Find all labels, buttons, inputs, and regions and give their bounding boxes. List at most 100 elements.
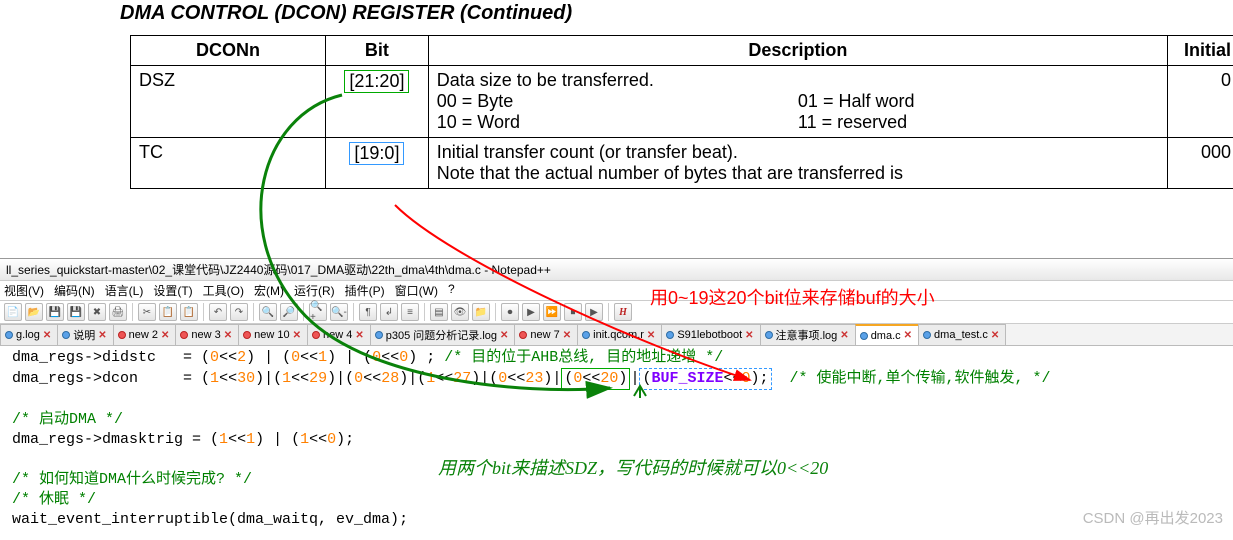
bit-range-tc: [19:0] [349,142,404,165]
tab-label: g.log [16,329,40,341]
toolbar-button[interactable]: ▤ [430,303,448,321]
toolbar-button[interactable]: ▶ [585,303,603,321]
menu-item[interactable]: ? [448,282,455,299]
file-status-icon [243,331,251,339]
table-row-tc: TC [19:0] Initial transfer count (or tra… [131,138,1233,189]
toolbar-separator [608,303,609,321]
row-name: TC [131,138,326,189]
toolbar-button[interactable]: 💾 [67,303,85,321]
toolbar-button[interactable]: 📂 [25,303,43,321]
toolbar-separator [303,303,304,321]
close-icon[interactable]: ✕ [991,330,999,341]
toolbar-button[interactable]: 👁 [451,303,469,321]
toolbar-button[interactable]: 📁 [472,303,490,321]
toolbar-button[interactable]: 🔍- [330,303,348,321]
tab-label: S91lebotboot [677,329,742,341]
close-icon[interactable]: ✕ [647,330,655,341]
toolbar-button[interactable]: ▶ [522,303,540,321]
file-status-icon [666,331,674,339]
toolbar-button[interactable]: 🔍+ [309,303,327,321]
toolbar-button[interactable]: ⏩ [543,303,561,321]
close-icon[interactable]: ✕ [224,330,232,341]
toolbar-button[interactable]: H [614,303,632,321]
doc-title: DMA CONTROL (DCON) REGISTER (Continued) [120,2,1223,25]
toolbar-button[interactable]: 📋 [180,303,198,321]
th-initial: Initial [1168,36,1233,66]
row-initial: 0 [1168,66,1233,138]
toolbar-button[interactable]: ✖ [88,303,106,321]
toolbar-button[interactable]: ↲ [380,303,398,321]
tab[interactable]: p305 问题分析记录.log✕ [370,324,516,345]
menu-item[interactable]: 工具(O) [203,282,244,299]
menu-item[interactable]: 运行(R) [294,282,335,299]
tab[interactable]: 说明✕ [57,324,113,345]
toolbar-button[interactable]: 🔎 [280,303,298,321]
toolbar-separator [495,303,496,321]
tab-label: new 4 [323,329,352,341]
close-icon[interactable]: ✕ [563,330,571,341]
toolbar-button[interactable]: ✂ [138,303,156,321]
tab[interactable]: new 4✕ [307,324,371,345]
toolbar-button[interactable]: ¶ [359,303,377,321]
tab[interactable]: new 2✕ [113,324,177,345]
toolbar-button[interactable]: 🖨 [109,303,127,321]
file-status-icon [860,332,868,340]
toolbar-button[interactable]: ≡ [401,303,419,321]
file-status-icon [180,331,188,339]
close-icon[interactable]: ✕ [745,330,753,341]
tab[interactable]: dma_test.c✕ [918,324,1006,345]
menu-item[interactable]: 视图(V) [4,282,44,299]
tab[interactable]: g.log✕ [0,324,58,345]
tab-bar: g.log✕说明✕new 2✕new 3✕new 10✕new 4✕p305 问… [0,324,1233,346]
tab[interactable]: 注意事项.log✕ [760,324,856,345]
row-name: DSZ [131,66,326,138]
row-desc: Data size to be transferred. 00 = Byte 0… [428,66,1167,138]
th-desc: Description [428,36,1167,66]
tab-label: dma.c [871,330,901,342]
file-status-icon [118,331,126,339]
close-icon[interactable]: ✕ [500,330,508,341]
table-header: DCONn Bit Description Initial [131,36,1233,66]
close-icon[interactable]: ✕ [355,330,363,341]
toolbar-separator [132,303,133,321]
toolbar-button[interactable]: 📄 [4,303,22,321]
toolbar-button[interactable]: 📋 [159,303,177,321]
row-initial: 000 [1168,138,1233,189]
close-icon[interactable]: ✕ [840,330,848,341]
tab-label: dma_test.c [934,329,988,341]
menu-item[interactable]: 语言(L) [105,282,144,299]
menu-item[interactable]: 窗口(W) [395,282,438,299]
watermark: CSDN @再出发2023 [1083,507,1223,528]
window-title: ll_series_quickstart-master\02_课堂代码\JZ24… [0,259,1233,281]
close-icon[interactable]: ✕ [43,330,51,341]
menu-bar[interactable]: 视图(V) 编码(N) 语言(L) 设置(T) 工具(O) 宏(M) 运行(R)… [0,281,1233,301]
file-status-icon [923,331,931,339]
tab-label: p305 问题分析记录.log [386,327,497,343]
tab[interactable]: new 7 ✕ [514,324,578,345]
toolbar-button[interactable]: ⏺ [501,303,519,321]
file-status-icon [582,331,590,339]
tab-label: new 7 [530,329,559,341]
tab[interactable]: S91lebotboot✕ [661,324,760,345]
toolbar-button[interactable]: 💾 [46,303,64,321]
toolbar-button[interactable]: ⏹ [564,303,582,321]
menu-item[interactable]: 宏(M) [254,282,284,299]
toolbar-button[interactable]: 🔍 [259,303,277,321]
close-icon[interactable]: ✕ [98,330,106,341]
bit-range-dsz: [21:20] [344,70,409,93]
tab[interactable]: new 10✕ [238,324,308,345]
close-icon[interactable]: ✕ [293,330,301,341]
toolbar-button[interactable]: ↷ [230,303,248,321]
file-status-icon [519,331,527,339]
tab[interactable]: new 3✕ [175,324,239,345]
close-icon[interactable]: ✕ [161,330,169,341]
code-editor[interactable]: dma_regs->didstc = (0<<2) | (0<<1) | (0<… [0,346,1233,532]
tab[interactable]: dma.c✕ [855,324,919,345]
tab-label: 说明 [73,327,95,343]
menu-item[interactable]: 编码(N) [54,282,95,299]
menu-item[interactable]: 设置(T) [153,282,192,299]
tab[interactable]: init.qcom.r✕ [577,324,662,345]
menu-item[interactable]: 插件(P) [345,282,385,299]
close-icon[interactable]: ✕ [904,330,912,341]
toolbar-button[interactable]: ↶ [209,303,227,321]
